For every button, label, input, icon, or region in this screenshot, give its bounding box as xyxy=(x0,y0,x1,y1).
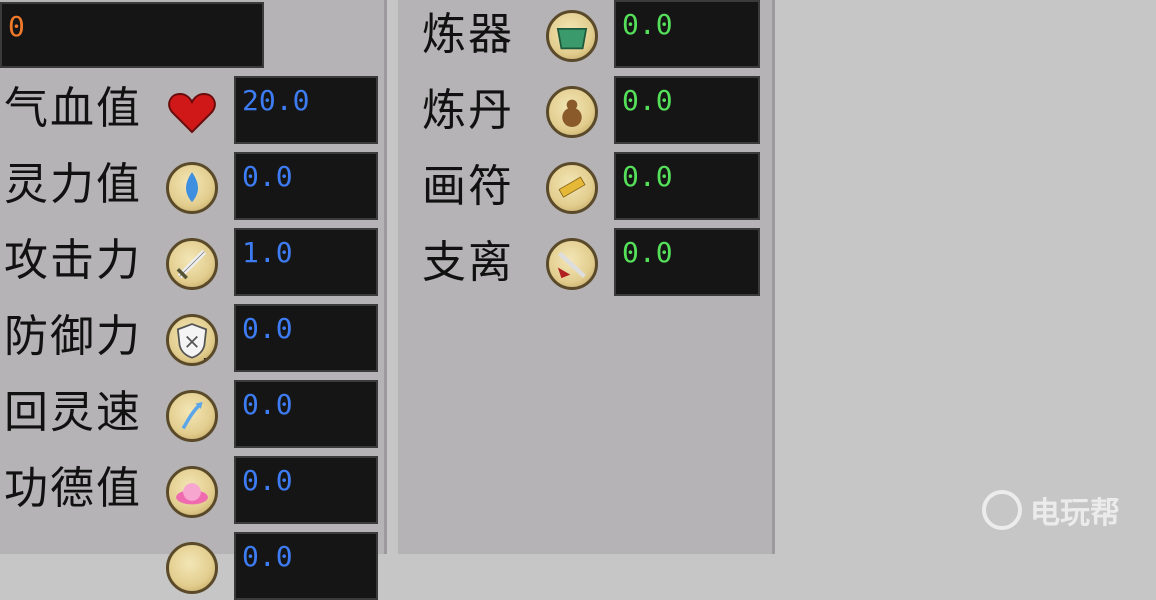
skill-value-box: 0.0 xyxy=(614,152,760,220)
skill-row-dismember: 支离 0.0 xyxy=(398,228,772,296)
cauldron-icon xyxy=(546,10,598,62)
watermark-logo-icon xyxy=(982,490,1022,530)
skill-panel: 炼器 0.0 炼丹 0.0 画符 0.0 支离 0.0 xyxy=(398,0,775,554)
skill-row-refining: 炼器 0.0 xyxy=(398,0,772,68)
skill-value: 0.0 xyxy=(622,8,673,41)
star-icon xyxy=(166,542,218,594)
stat-row-merit: 功德值 0.0 xyxy=(0,456,384,524)
stat-label: 攻击力 xyxy=(4,235,142,286)
skill-value: 0.0 xyxy=(622,160,673,193)
skill-row-alchemy: 炼丹 0.0 xyxy=(398,76,772,144)
stat-value-box: 0.0 xyxy=(234,380,378,448)
attribute-panel: 0 气血值 HP 20.0 灵力值 MP 0.0 攻击力 ATT 1.0 xyxy=(0,0,387,600)
stat-value-box: 0.0 xyxy=(234,152,378,220)
stat-value-box: 1.0 xyxy=(234,228,378,296)
regen-arrow-icon xyxy=(166,390,218,442)
skill-value: 0.0 xyxy=(622,84,673,117)
spirit-mp-icon: MP xyxy=(166,162,218,214)
skill-value-box: 0.0 xyxy=(614,0,760,68)
stat-label: 回灵速 xyxy=(4,387,142,438)
stat-row-hp: 气血值 HP 20.0 xyxy=(0,76,384,144)
watermark-text: 电玩帮 xyxy=(1030,496,1120,531)
stat-label: 气血值 xyxy=(4,83,142,134)
skill-label: 炼丹 xyxy=(422,85,514,136)
stat-label: 防御力 xyxy=(4,311,142,362)
talisman-icon xyxy=(546,162,598,214)
lotus-merit-icon xyxy=(166,466,218,518)
skill-value-box: 0.0 xyxy=(614,76,760,144)
heart-hp-icon: HP xyxy=(166,86,218,138)
stat-label: 灵力值 xyxy=(4,159,142,210)
sword-atk-icon: ATT xyxy=(166,238,218,290)
stat-value-box: 0.0 xyxy=(234,532,378,600)
dagger-icon xyxy=(546,238,598,290)
shield-def-icon: DEF xyxy=(166,314,218,366)
stat-value: 1.0 xyxy=(242,236,293,269)
skill-row-talisman: 画符 0.0 xyxy=(398,152,772,220)
top-value-box: 0 xyxy=(0,2,264,68)
stat-label: 功德值 xyxy=(4,463,142,514)
stat-value-box: 0.0 xyxy=(234,304,378,372)
skill-label: 画符 xyxy=(422,161,514,212)
stat-row-defense: 防御力 DEF 0.0 xyxy=(0,304,384,372)
stat-value: 0.0 xyxy=(242,464,293,497)
skill-label: 炼器 xyxy=(422,9,514,60)
stat-value-box: 20.0 xyxy=(234,76,378,144)
stat-value: 0.0 xyxy=(242,160,293,193)
top-value: 0 xyxy=(8,10,25,43)
watermark: 电玩帮 xyxy=(982,488,1120,532)
stat-value: 0.0 xyxy=(242,312,293,345)
skill-value: 0.0 xyxy=(622,236,673,269)
stat-value: 0.0 xyxy=(242,540,293,573)
skill-value-box: 0.0 xyxy=(614,228,760,296)
stat-row-regen: 回灵速 0.0 xyxy=(0,380,384,448)
stat-value: 0.0 xyxy=(242,388,293,421)
stat-row-partial: 0.0 xyxy=(0,532,384,600)
stat-value: 20.0 xyxy=(242,84,310,117)
stat-row-attack: 攻击力 ATT 1.0 xyxy=(0,228,384,296)
gourd-icon xyxy=(546,86,598,138)
stat-row-mp: 灵力值 MP 0.0 xyxy=(0,152,384,220)
stat-value-box: 0.0 xyxy=(234,456,378,524)
skill-label: 支离 xyxy=(422,237,514,288)
